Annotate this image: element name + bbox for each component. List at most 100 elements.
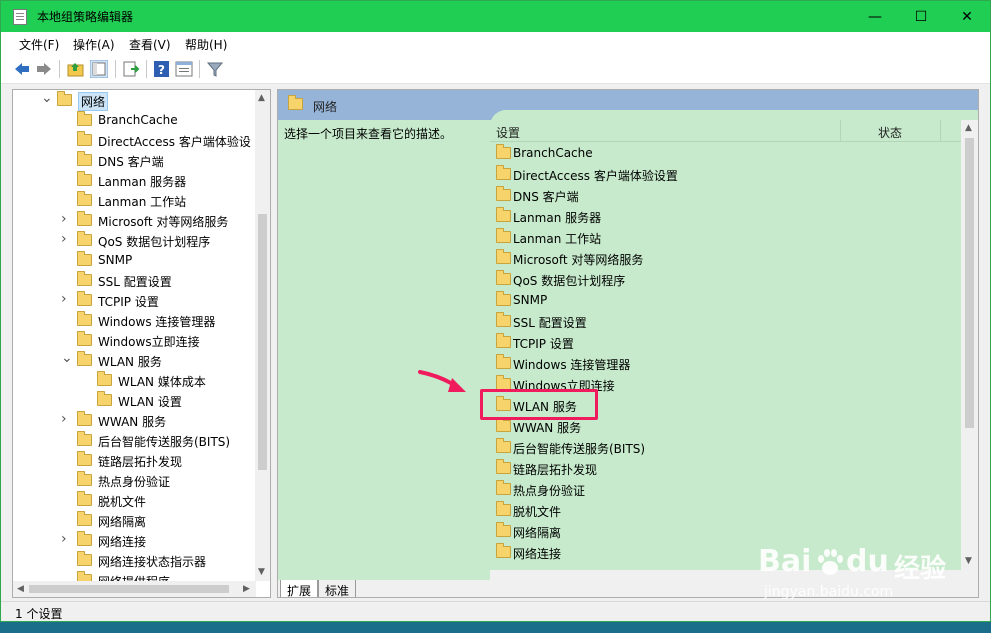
tree-item[interactable]: SSL 配置设置	[13, 271, 256, 291]
folder-icon	[496, 144, 511, 159]
scroll-up-arrow-icon[interactable]: ▲	[258, 93, 265, 103]
column-header-state[interactable]: 状态	[878, 124, 902, 141]
chevron-right-icon[interactable]: ›	[61, 231, 71, 247]
tree-item[interactable]: 网络隔离	[13, 511, 256, 531]
tree-item[interactable]: › 网络连接	[13, 531, 256, 551]
tree-item[interactable]: 链路层拓扑发现	[13, 451, 256, 471]
menu-file[interactable]: 文件(F)	[19, 36, 59, 53]
list-vertical-scrollbar[interactable]: ▲ ▼	[961, 120, 978, 570]
column-divider[interactable]	[840, 120, 841, 142]
help-icon[interactable]: ?	[153, 60, 171, 78]
tree-item[interactable]: ⌄ WLAN 服务	[13, 350, 256, 371]
list-item[interactable]: Lanman 工作站	[490, 227, 960, 248]
description-text: 选择一个项目来查看它的描述。	[284, 127, 453, 141]
chevron-right-icon[interactable]: ›	[61, 211, 71, 227]
tree-item[interactable]: › TCPIP 设置	[13, 291, 256, 311]
back-arrow-icon[interactable]	[13, 60, 31, 78]
tree-item[interactable]: › WWAN 服务	[13, 411, 256, 431]
filter-icon[interactable]	[206, 60, 224, 78]
chevron-right-icon[interactable]: ›	[61, 531, 71, 547]
tree-item[interactable]: 后台智能传送服务(BITS)	[13, 431, 256, 451]
folder-icon	[496, 354, 511, 369]
tree-item[interactable]: › Microsoft 对等网络服务	[13, 211, 256, 231]
tree-item-label: WLAN 服务	[98, 355, 162, 369]
scroll-down-arrow-icon[interactable]: ▼	[258, 567, 265, 577]
list-item[interactable]: Microsoft 对等网络服务	[490, 248, 960, 269]
column-header-setting[interactable]: 设置	[496, 124, 520, 141]
list-item[interactable]: BranchCache	[490, 143, 960, 164]
list-item[interactable]: 后台智能传送服务(BITS)	[490, 437, 960, 458]
tree-item[interactable]: ⌄ 网络	[13, 90, 256, 111]
up-folder-icon[interactable]	[67, 60, 85, 78]
tab-extended[interactable]: 扩展	[280, 580, 319, 597]
list-item[interactable]: 链路层拓扑发现	[490, 458, 960, 479]
menu-bar: 文件(F) 操作(A) 查看(V) 帮助(H)	[1, 32, 990, 54]
list-item[interactable]: SNMP	[490, 290, 960, 311]
tree-item[interactable]: 热点身份验证	[13, 471, 256, 491]
toolbar-separator	[115, 60, 116, 78]
chevron-down-icon[interactable]: ⌄	[61, 350, 73, 366]
list-item[interactable]: DirectAccess 客户端体验设置	[490, 164, 960, 185]
menu-action[interactable]: 操作(A)	[73, 36, 115, 53]
scroll-up-arrow-icon[interactable]: ▲	[965, 123, 972, 133]
scroll-thumb[interactable]	[29, 585, 229, 593]
tree-item[interactable]: WLAN 媒体成本	[13, 371, 256, 391]
menu-view[interactable]: 查看(V)	[129, 36, 171, 53]
tree-item[interactable]: › QoS 数据包计划程序	[13, 231, 256, 251]
list-item[interactable]: 热点身份验证	[490, 479, 960, 500]
scroll-thumb[interactable]	[965, 138, 974, 428]
tree-item[interactable]: DirectAccess 客户端体验设	[13, 131, 256, 151]
show-hide-tree-icon[interactable]	[90, 60, 108, 78]
tree-item-label: 后台智能传送服务(BITS)	[98, 435, 231, 449]
tree-item[interactable]: Lanman 工作站	[13, 191, 256, 211]
scroll-thumb[interactable]	[258, 214, 267, 470]
tree-item-label: SSL 配置设置	[98, 275, 172, 289]
tree-item[interactable]: DNS 客户端	[13, 151, 256, 171]
tree-item-label: 网络隔离	[98, 515, 147, 529]
properties-icon[interactable]	[175, 60, 193, 78]
tree-item-label: DNS 客户端	[98, 155, 164, 169]
tree-item[interactable]: WLAN 设置	[13, 391, 256, 411]
list-item[interactable]: Windows 连接管理器	[490, 353, 960, 374]
list-item-label: DNS 客户端	[513, 190, 579, 204]
minimize-button[interactable]: —	[852, 1, 898, 32]
chevron-right-icon[interactable]: ›	[61, 411, 71, 427]
tree-item[interactable]: Windows 连接管理器	[13, 311, 256, 331]
chevron-down-icon[interactable]: ⌄	[41, 90, 53, 106]
scroll-left-arrow-icon[interactable]: ◀	[17, 584, 24, 594]
list-item[interactable]: Lanman 服务器	[490, 206, 960, 227]
watermark-url: jingyan.baidu.com	[764, 584, 894, 600]
tree-item-label: WLAN 媒体成本	[118, 375, 206, 389]
menu-help[interactable]: 帮助(H)	[185, 36, 227, 53]
list-item[interactable]: QoS 数据包计划程序	[490, 269, 960, 290]
maximize-button[interactable]: ☐	[898, 1, 944, 32]
tree-horizontal-scrollbar[interactable]: ◀ ▶	[13, 581, 256, 597]
tree-item-label: BranchCache	[98, 113, 178, 127]
list-item[interactable]: DNS 客户端	[490, 185, 960, 206]
tree-item-label: WLAN 设置	[118, 395, 182, 409]
column-divider[interactable]	[940, 120, 941, 142]
list-item[interactable]: 脱机文件	[490, 500, 960, 521]
tree-item-label: 网络连接状态指示器	[98, 555, 207, 569]
tab-standard[interactable]: 标准	[318, 580, 357, 597]
tree-item[interactable]: 网络连接状态指示器	[13, 551, 256, 571]
title-bar[interactable]: 本地组策略编辑器 — ☐ ✕	[1, 1, 990, 32]
list-item-label: 热点身份验证	[513, 484, 586, 498]
tree-item[interactable]: Windows立即连接	[13, 331, 256, 351]
list-item[interactable]: SSL 配置设置	[490, 311, 960, 332]
export-list-icon[interactable]	[122, 60, 140, 78]
tree-vertical-scrollbar[interactable]: ▲ ▼	[255, 90, 270, 581]
list-item[interactable]: 网络隔离	[490, 521, 960, 542]
tree-item-label: 链路层拓扑发现	[98, 455, 183, 469]
tree-item[interactable]: SNMP	[13, 251, 256, 271]
folder-icon	[77, 131, 92, 146]
scroll-right-arrow-icon[interactable]: ▶	[243, 584, 250, 594]
tree-item[interactable]: Lanman 服务器	[13, 171, 256, 191]
tree-item[interactable]: 脱机文件	[13, 491, 256, 511]
forward-arrow-icon[interactable]	[35, 60, 53, 78]
list-item[interactable]: TCPIP 设置	[490, 332, 960, 353]
tree-item[interactable]: BranchCache	[13, 111, 256, 131]
folder-icon	[77, 511, 92, 526]
close-button[interactable]: ✕	[944, 1, 990, 32]
chevron-right-icon[interactable]: ›	[61, 291, 71, 307]
